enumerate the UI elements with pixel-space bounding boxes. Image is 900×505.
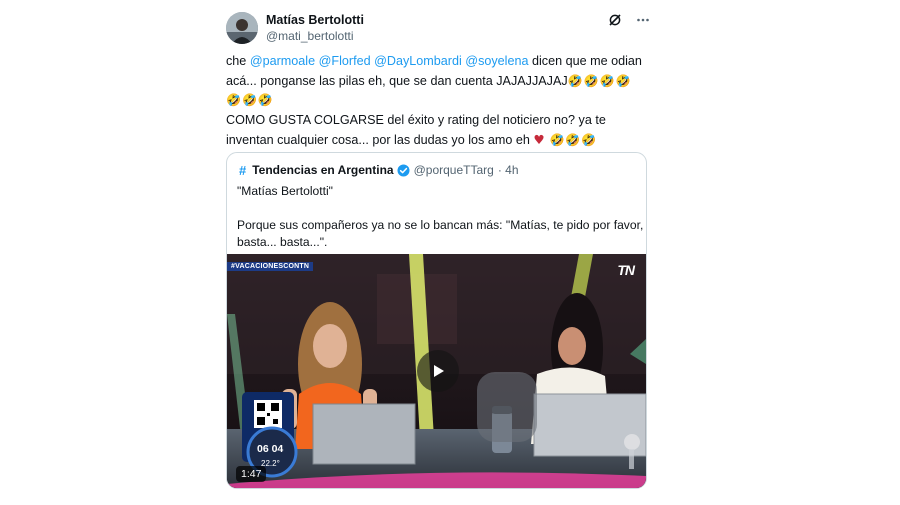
- verified-badge-icon: [397, 164, 410, 177]
- mention-parmoale[interactable]: @parmoale: [250, 54, 315, 68]
- author-name[interactable]: Matías Bertolotti: [266, 13, 364, 27]
- tweet-text-segment: che: [226, 54, 250, 68]
- hashtag-avatar-icon: #: [239, 162, 247, 178]
- video-hashtag-label: #VACACIONESCONTN: [227, 262, 314, 271]
- tweet-text: che @parmoale @Florfed @DayLombardi @soy…: [226, 52, 658, 151]
- tweet-text-segment: inventan cualquier cosa... por las dudas…: [226, 133, 534, 147]
- tweet-line-3: 🤣🤣🤣: [226, 91, 658, 111]
- laughing-emoji-group: 🤣🤣🤣🤣: [567, 73, 632, 88]
- channel-logo: TN: [617, 262, 635, 278]
- more-icon[interactable]: [635, 12, 651, 28]
- quoted-tweet[interactable]: # Tendencias en Argentina @porqueTTarg ·…: [226, 152, 647, 489]
- tweet-line-1: che @parmoale @Florfed @DayLombardi @soy…: [226, 52, 658, 72]
- laughing-emoji-group: 🤣🤣🤣: [544, 133, 598, 147]
- video-duration: 1:47: [236, 466, 267, 482]
- tweet-card: Matías Bertolotti @mati_bertolotti che @…: [212, 0, 665, 505]
- quoted-tweet-time[interactable]: · 4h: [498, 163, 519, 177]
- author-avatar[interactable]: [226, 12, 258, 44]
- video-player[interactable]: #VACACIONESCONTN TN 06 04 22.2° 1:47: [227, 254, 646, 488]
- quoted-account-name[interactable]: Tendencias en Argentina: [252, 163, 393, 177]
- tweet-line-5: inventan cualquier cosa... por las dudas…: [226, 130, 658, 151]
- tweet-line-2: acá... ponganse las pilas eh, que se dan…: [226, 72, 658, 92]
- quoted-account-handle[interactable]: @porqueTTarg: [414, 163, 494, 177]
- play-button[interactable]: [417, 350, 459, 392]
- quoted-body-line-2: basta... basta...".: [237, 235, 328, 249]
- grok-icon[interactable]: [607, 12, 623, 28]
- tweet-text-segment: dicen que me odian: [528, 54, 642, 68]
- quoted-tweet-text: "Matías Bertolotti" Porque sus compañero…: [237, 183, 644, 251]
- heart-emoji: ♥: [533, 132, 545, 147]
- quoted-title-line: "Matías Bertolotti": [237, 184, 333, 198]
- author-handle[interactable]: @mati_bertolotti: [266, 29, 354, 43]
- mention-soyelena[interactable]: @soyelena: [465, 54, 528, 68]
- on-screen-clock: 06 04: [257, 443, 284, 455]
- quoted-blank-line: [237, 200, 637, 217]
- tweet-text-segment: acá... ponganse las pilas eh, que se dan…: [226, 73, 568, 88]
- quoted-body-line-1: Porque sus compañeros ya no se lo bancan…: [237, 218, 644, 232]
- laughing-emoji-group: 🤣🤣🤣: [226, 93, 274, 107]
- quoted-tweet-header: # Tendencias en Argentina @porqueTTarg ·…: [237, 162, 519, 178]
- tweet-actions-top: [607, 12, 651, 28]
- tweet-line-4: COMO GUSTA COLGARSE del éxito y rating d…: [226, 112, 606, 127]
- play-icon: [434, 365, 444, 377]
- mention-florfed[interactable]: @Florfed: [319, 54, 371, 68]
- mention-daylombardi[interactable]: @DayLombardi: [374, 54, 462, 68]
